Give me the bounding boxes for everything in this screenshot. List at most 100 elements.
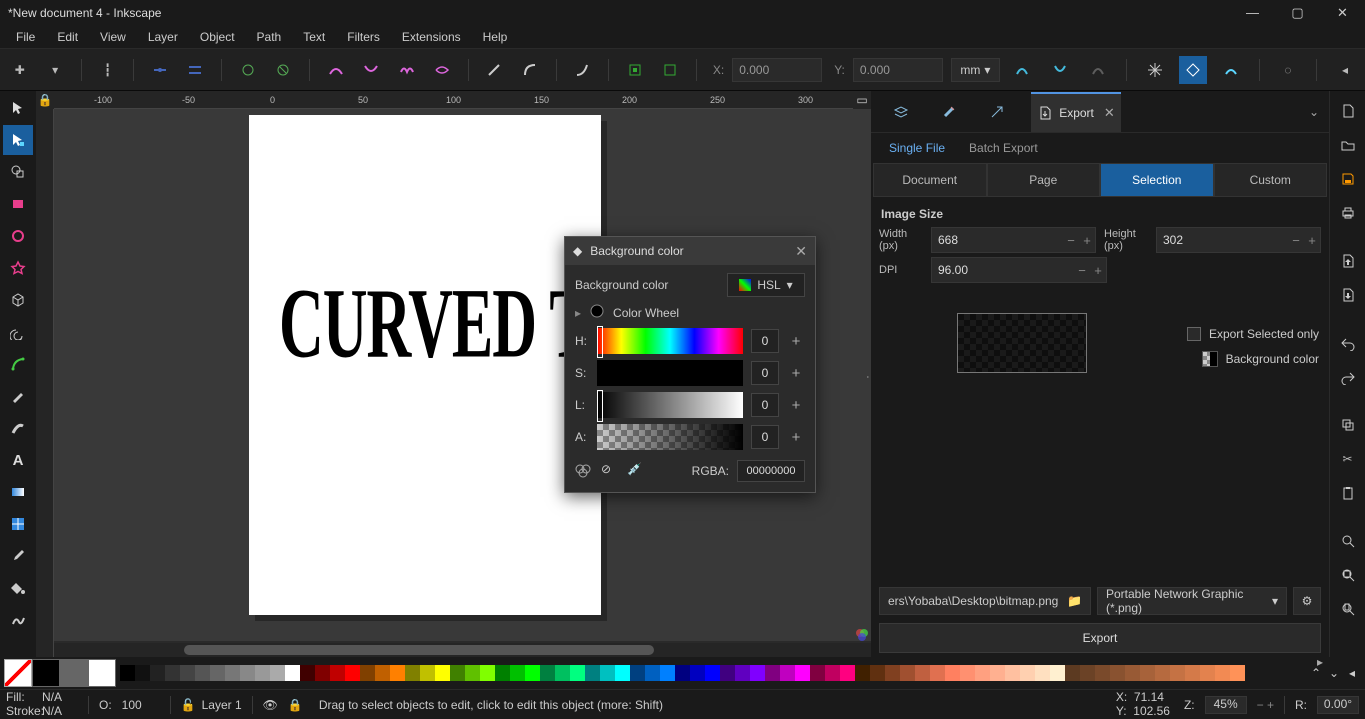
segment-line-icon[interactable]: [481, 56, 508, 84]
palette-swatch[interactable]: [345, 665, 360, 681]
menu-filters[interactable]: Filters: [337, 27, 390, 47]
paint-bucket-tool[interactable]: [3, 573, 33, 603]
palette-swatch[interactable]: [270, 665, 285, 681]
no-paint-icon[interactable]: ⊘: [601, 462, 619, 480]
palette-swatch[interactable]: [630, 665, 645, 681]
unit-select[interactable]: mm▾: [951, 58, 1000, 82]
save-icon[interactable]: [1334, 165, 1362, 193]
palette-swatch[interactable]: [855, 665, 870, 681]
overflow-icon[interactable]: ◂: [1331, 56, 1359, 84]
display-popup-icon[interactable]: ▭: [853, 91, 871, 109]
palette-swatch[interactable]: [900, 665, 915, 681]
panel-chevron-down-icon[interactable]: ⌄: [1309, 105, 1319, 119]
3dbox-tool[interactable]: [3, 285, 33, 315]
palette-swatch[interactable]: [1065, 665, 1080, 681]
ruler-horizontal[interactable]: -100 -50 0 50 100 150 200 250 300: [54, 91, 871, 109]
background-color-dialog[interactable]: ◆ Background color ✕ Background color HS…: [564, 236, 816, 493]
gradient-tool[interactable]: [3, 477, 33, 507]
palette-swatch[interactable]: [540, 665, 555, 681]
palette-swatch[interactable]: [405, 665, 420, 681]
layers-panel-tab-icon[interactable]: [887, 98, 915, 126]
palette-swatch[interactable]: [810, 665, 825, 681]
zoom-selection-icon[interactable]: [1334, 527, 1362, 555]
lightness-value[interactable]: 0: [751, 393, 779, 417]
show-handles-icon[interactable]: [621, 56, 648, 84]
palette-swatch[interactable]: [1170, 665, 1185, 681]
width-minus[interactable]: −: [1063, 228, 1079, 252]
palette-swatch[interactable]: [1140, 665, 1155, 681]
export-format-select[interactable]: Portable Network Graphic (*.png)▾: [1097, 587, 1287, 615]
palette-swatch[interactable]: [360, 665, 375, 681]
hue-value[interactable]: 0: [751, 329, 779, 353]
width-plus[interactable]: +: [1079, 228, 1095, 252]
ellipse-tool[interactable]: [3, 221, 33, 251]
palette-swatch[interactable]: [945, 665, 960, 681]
palette-swatch[interactable]: [330, 665, 345, 681]
star-tool[interactable]: [3, 253, 33, 283]
palette-swatch[interactable]: [120, 665, 135, 681]
palette-swatch[interactable]: [1185, 665, 1200, 681]
palette-swatch[interactable]: [315, 665, 330, 681]
node-symmetric-icon[interactable]: [393, 56, 420, 84]
rgba-input[interactable]: 00000000: [737, 460, 805, 482]
menu-view[interactable]: View: [90, 27, 136, 47]
calligraphy-tool[interactable]: [3, 413, 33, 443]
object-to-path-icon[interactable]: [569, 56, 596, 84]
palette-swatch[interactable]: [870, 665, 885, 681]
scope-selection[interactable]: Selection: [1100, 163, 1214, 197]
mesh-tool[interactable]: [3, 509, 33, 539]
palette-swatch[interactable]: [165, 665, 180, 681]
palette-swatch[interactable]: [720, 665, 735, 681]
show-transform-icon[interactable]: [1179, 56, 1207, 84]
palette-swatch[interactable]: [750, 665, 765, 681]
show-outline-icon[interactable]: [656, 56, 683, 84]
x-coord-input[interactable]: [732, 58, 822, 82]
palette-swatch[interactable]: [675, 665, 690, 681]
shape-builder-tool[interactable]: [3, 157, 33, 187]
node-smooth-icon[interactable]: [357, 56, 384, 84]
maximize-button[interactable]: ▢: [1275, 0, 1320, 25]
transform-handles-icon[interactable]: [1141, 56, 1169, 84]
color-mode-select[interactable]: HSL▾: [727, 273, 805, 297]
insert-node-icon[interactable]: ✚: [6, 56, 33, 84]
saturation-value[interactable]: 0: [751, 361, 779, 385]
palette-swatch[interactable]: [1155, 665, 1170, 681]
palette-swatch[interactable]: [525, 665, 540, 681]
palette-swatch[interactable]: [435, 665, 450, 681]
lightness-plus[interactable]: +: [787, 393, 805, 417]
menu-extensions[interactable]: Extensions: [392, 27, 471, 47]
palette-strip[interactable]: [120, 665, 1303, 681]
ruler-vertical[interactable]: [36, 109, 54, 657]
batch-export-tab[interactable]: Batch Export: [967, 137, 1040, 159]
palette-swatch[interactable]: [375, 665, 390, 681]
palette-swatch[interactable]: [570, 665, 585, 681]
panel-collapse-icon[interactable]: ▸: [1317, 655, 1323, 669]
join-segment-icon[interactable]: [182, 56, 209, 84]
zoom-input[interactable]: 45%: [1205, 696, 1247, 714]
palette-swatch[interactable]: [1035, 665, 1050, 681]
dialog-titlebar[interactable]: ◆ Background color ✕: [565, 237, 815, 265]
dpi-input[interactable]: 96.00−+: [931, 257, 1107, 283]
menu-edit[interactable]: Edit: [47, 27, 88, 47]
export-button[interactable]: Export: [879, 623, 1321, 653]
palette-menu-icon[interactable]: ◂: [1343, 664, 1361, 682]
saturation-slider[interactable]: [597, 360, 743, 386]
palette-swatch[interactable]: [615, 665, 630, 681]
palette-swatch[interactable]: [225, 665, 240, 681]
hue-plus[interactable]: +: [787, 329, 805, 353]
palette-swatch[interactable]: [300, 665, 315, 681]
palette-swatch[interactable]: [180, 665, 195, 681]
export-selected-only-row[interactable]: Export Selected only: [1187, 327, 1319, 341]
palette-swatch[interactable]: [420, 665, 435, 681]
layer-name[interactable]: Layer 1: [202, 698, 242, 712]
color-managed-icon[interactable]: [855, 627, 869, 641]
break-segment-icon[interactable]: [270, 56, 297, 84]
export-settings-icon[interactable]: ⚙: [1293, 587, 1321, 615]
palette-swatch[interactable]: [135, 665, 150, 681]
menu-file[interactable]: File: [6, 27, 45, 47]
white-large-swatch[interactable]: [88, 659, 116, 687]
copy-icon[interactable]: [1334, 411, 1362, 439]
minimize-button[interactable]: —: [1230, 0, 1275, 25]
export-tab-close-icon[interactable]: ✕: [1104, 105, 1115, 121]
palette-swatch[interactable]: [1215, 665, 1230, 681]
